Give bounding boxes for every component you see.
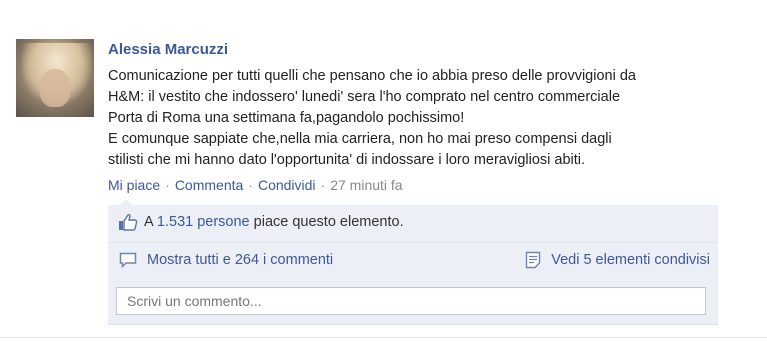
comment-link[interactable]: Commenta (175, 177, 243, 193)
like-link[interactable]: Mi piace (108, 177, 160, 193)
feedback-panel: A 1.531 persone piace questo elemento. M… (108, 199, 718, 325)
timestamp[interactable]: 27 minuti fa (330, 177, 402, 193)
view-shares-link[interactable]: Vedi 5 elementi condivisi (525, 243, 710, 277)
message-line: Comunicazione per tutti quelli che pensa… (108, 68, 636, 84)
likes-row: A 1.531 persone piace questo elemento. (108, 205, 718, 239)
divider (0, 337, 767, 338)
message-line: H&M: il vestito che indossero' lunedi' s… (108, 89, 621, 105)
separator: · (165, 177, 170, 193)
comment-input[interactable] (116, 287, 706, 315)
thumbs-up-icon (118, 213, 138, 231)
post-message: Comunicazione per tutti quelli che pensa… (108, 66, 728, 171)
message-line: E comunque sappiate che,nella mia carrie… (108, 131, 612, 147)
post-actions: Mi piace · Commenta · Condividi · 27 minuti fa (108, 176, 403, 194)
comments-row: Mostra tutti e 264 i commenti Vedi 5 ele… (108, 242, 718, 277)
author-name[interactable]: Alessia Marcuzzi (108, 41, 228, 59)
separator: · (320, 177, 326, 193)
message-line: stilisti che mi hanno dato l'opportunita… (108, 152, 586, 168)
separator: · (248, 177, 253, 193)
likes-suffix: piace questo elemento. (253, 214, 404, 230)
avatar[interactable] (16, 39, 94, 117)
likes-prefix: A (144, 214, 153, 230)
view-shares-label: Vedi 5 elementi condivisi (551, 252, 710, 268)
show-all-comments-link[interactable]: Mostra tutti e 264 i commenti (147, 252, 333, 268)
share-link[interactable]: Condividi (258, 177, 316, 193)
share-document-icon (525, 251, 541, 269)
message-line: Porta di Roma una settimana fa,pagandolo… (108, 110, 465, 126)
likes-count-link[interactable]: 1.531 persone (157, 214, 250, 230)
speech-bubble-icon (119, 252, 137, 269)
